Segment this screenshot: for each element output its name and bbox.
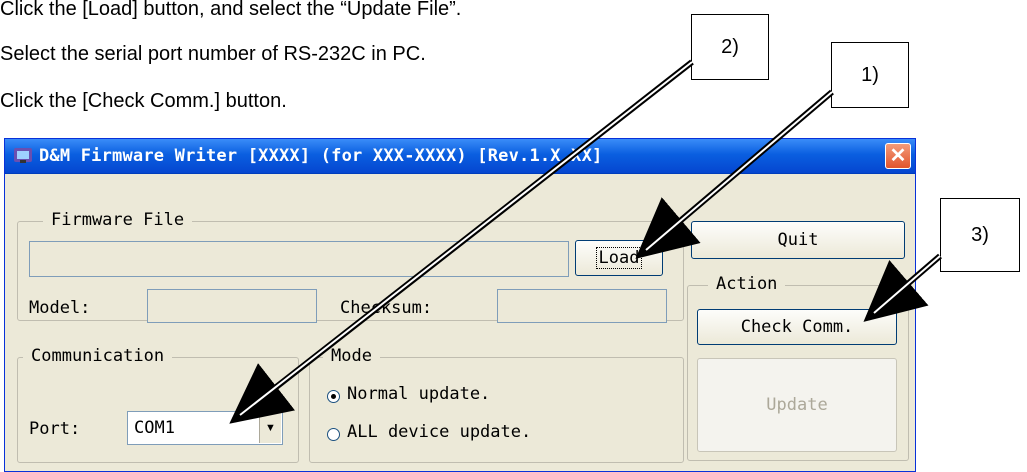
model-label: Model: [29, 298, 91, 318]
quit-button[interactable]: Quit [691, 221, 905, 259]
action-group-label: Action [708, 274, 786, 294]
model-field[interactable] [147, 289, 317, 323]
mode-group [309, 357, 684, 463]
close-icon[interactable]: ✕ [885, 143, 911, 169]
callout-2: 2) [691, 14, 769, 80]
port-label: Port: [29, 419, 81, 439]
load-button-label: Load [595, 247, 643, 269]
callout-1: 1) [831, 42, 909, 108]
check-comm-button[interactable]: Check Comm. [697, 309, 897, 345]
normal-update-radio[interactable] [327, 390, 340, 403]
update-button[interactable]: Update [697, 358, 897, 452]
normal-update-label[interactable]: Normal update. [347, 384, 490, 404]
all-device-update-radio[interactable] [327, 428, 340, 441]
firmware-writer-window: D&M Firmware Writer [XXXX] (for XXX-XXXX… [4, 138, 916, 472]
firmware-file-group-label: Firmware File [43, 210, 193, 230]
instruction-step-1: Click the [Load] button, and select the … [0, 0, 462, 20]
app-icon [14, 148, 32, 163]
title-bar[interactable]: D&M Firmware Writer [XXXX] (for XXX-XXXX… [5, 139, 915, 174]
checksum-field[interactable] [497, 289, 667, 323]
instruction-step-2: Select the serial port number of RS-232C… [0, 43, 426, 65]
mode-group-label: Mode [323, 346, 380, 366]
communication-group [17, 357, 299, 463]
all-device-update-label[interactable]: ALL device update. [347, 422, 531, 442]
chevron-down-icon[interactable]: ▼ [259, 413, 281, 443]
communication-group-label: Communication [23, 346, 173, 366]
callout-3: 3) [940, 198, 1020, 272]
port-select[interactable]: COM1 ▼ [127, 411, 283, 445]
firmware-file-path-field[interactable] [29, 241, 569, 277]
checksum-label: Checksum: [340, 298, 433, 318]
window-title: D&M Firmware Writer [XXXX] (for XXX-XXXX… [39, 146, 603, 166]
load-button[interactable]: Load [575, 240, 663, 276]
instruction-step-3: Click the [Check Comm.] button. [0, 90, 287, 112]
port-value: COM1 [134, 418, 175, 438]
